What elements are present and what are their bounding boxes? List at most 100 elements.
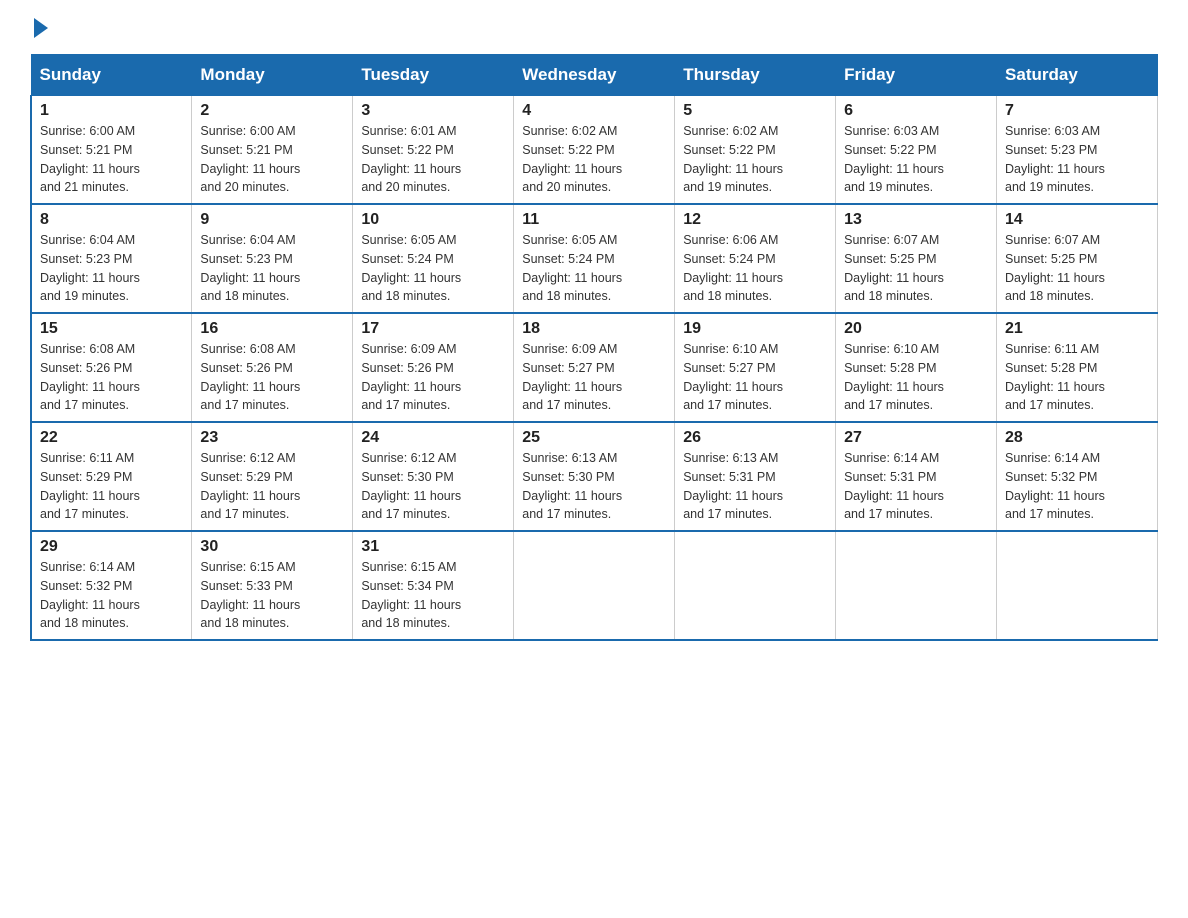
calendar-cell: 18Sunrise: 6:09 AMSunset: 5:27 PMDayligh… <box>514 313 675 422</box>
calendar-cell: 24 Sunrise: 6:12 AMSunset: 5:30 PMDayligh… <box>353 422 514 531</box>
day-number: 5 <box>683 102 827 120</box>
day-number: 4 <box>522 102 666 120</box>
day-number: 11 <box>522 211 666 229</box>
calendar-cell: 15Sunrise: 6:08 AMSunset: 5:26 PMDayligh… <box>31 313 192 422</box>
day-info: Sunrise: 6:12 AMSunset: 5:29 PMDaylight:… <box>200 449 344 524</box>
day-number: 16 <box>200 320 344 338</box>
day-info: Sunrise: 6:01 AMSunset: 5:22 PMDaylight:… <box>361 122 505 197</box>
calendar-table: SundayMondayTuesdayWednesdayThursdayFrid… <box>30 54 1158 641</box>
header-tuesday: Tuesday <box>353 55 514 96</box>
calendar-cell: 3 Sunrise: 6:01 AMSunset: 5:22 PMDaylight… <box>353 96 514 205</box>
day-number: 29 <box>40 538 183 556</box>
day-info: Sunrise: 6:14 AMSunset: 5:32 PMDaylight:… <box>1005 449 1149 524</box>
day-info: Sunrise: 6:11 AMSunset: 5:29 PMDaylight:… <box>40 449 183 524</box>
day-number: 31 <box>361 538 505 556</box>
day-info: Sunrise: 6:00 AMSunset: 5:21 PMDaylight:… <box>40 122 183 197</box>
calendar-cell: 30 Sunrise: 6:15 AMSunset: 5:33 PMDayligh… <box>192 531 353 640</box>
calendar-cell: 28 Sunrise: 6:14 AMSunset: 5:32 PMDayligh… <box>997 422 1158 531</box>
calendar-cell: 7 Sunrise: 6:03 AMSunset: 5:23 PMDaylight… <box>997 96 1158 205</box>
day-info: Sunrise: 6:09 AMSunset: 5:26 PMDaylight:… <box>361 340 505 415</box>
calendar-cell: 23 Sunrise: 6:12 AMSunset: 5:29 PMDayligh… <box>192 422 353 531</box>
header-sunday: Sunday <box>31 55 192 96</box>
calendar-cell: 26 Sunrise: 6:13 AMSunset: 5:31 PMDayligh… <box>675 422 836 531</box>
header-thursday: Thursday <box>675 55 836 96</box>
calendar-cell: 13 Sunrise: 6:07 AMSunset: 5:25 PMDayligh… <box>836 204 997 313</box>
day-number: 9 <box>200 211 344 229</box>
day-number: 12 <box>683 211 827 229</box>
day-info: Sunrise: 6:12 AMSunset: 5:30 PMDaylight:… <box>361 449 505 524</box>
calendar-cell: 22 Sunrise: 6:11 AMSunset: 5:29 PMDayligh… <box>31 422 192 531</box>
day-number: 20 <box>844 320 988 338</box>
day-number: 18 <box>522 320 666 338</box>
calendar-cell <box>514 531 675 640</box>
calendar-cell: 4 Sunrise: 6:02 AMSunset: 5:22 PMDaylight… <box>514 96 675 205</box>
day-number: 19 <box>683 320 827 338</box>
calendar-cell: 9Sunrise: 6:04 AMSunset: 5:23 PMDaylight… <box>192 204 353 313</box>
calendar-cell: 2 Sunrise: 6:00 AMSunset: 5:21 PMDaylight… <box>192 96 353 205</box>
day-number: 22 <box>40 429 183 447</box>
day-number: 17 <box>361 320 505 338</box>
logo <box>30 20 48 34</box>
day-number: 15 <box>40 320 183 338</box>
day-info: Sunrise: 6:06 AMSunset: 5:24 PMDaylight:… <box>683 231 827 306</box>
calendar-week-row: 29 Sunrise: 6:14 AMSunset: 5:32 PMDayligh… <box>31 531 1158 640</box>
day-number: 8 <box>40 211 183 229</box>
day-info: Sunrise: 6:10 AMSunset: 5:28 PMDaylight:… <box>844 340 988 415</box>
calendar-week-row: 15 Sunrise: 6:08 AMSunset: 5:26 PMDayligh… <box>31 313 1158 422</box>
day-number: 26 <box>683 429 827 447</box>
calendar-cell: 20 Sunrise: 6:10 AMSunset: 5:28 PMDayligh… <box>836 313 997 422</box>
day-number: 2 <box>200 102 344 120</box>
calendar-header-row: SundayMondayTuesdayWednesdayThursdayFrid… <box>31 55 1158 96</box>
logo-arrow-icon <box>34 18 48 38</box>
day-info: Sunrise: 6:02 AMSunset: 5:22 PMDaylight:… <box>522 122 666 197</box>
day-number: 25 <box>522 429 666 447</box>
day-number: 10 <box>361 211 505 229</box>
calendar-cell: 17 Sunrise: 6:09 AMSunset: 5:26 PMDayligh… <box>353 313 514 422</box>
day-info: Sunrise: 6:13 AMSunset: 5:31 PMDaylight:… <box>683 449 827 524</box>
day-info: Sunrise: 6:05 AMSunset: 5:24 PMDaylight:… <box>361 231 505 306</box>
day-number: 3 <box>361 102 505 120</box>
day-info: Sunrise: 6:10 AMSunset: 5:27 PMDaylight:… <box>683 340 827 415</box>
day-number: 28 <box>1005 429 1149 447</box>
day-info: Sunrise: 6:00 AMSunset: 5:21 PMDaylight:… <box>200 122 344 197</box>
day-info: Sunrise: 6:14 AMSunset: 5:32 PMDaylight:… <box>40 558 183 633</box>
day-number: 13 <box>844 211 988 229</box>
calendar-cell <box>997 531 1158 640</box>
header-friday: Friday <box>836 55 997 96</box>
calendar-cell: 29 Sunrise: 6:14 AMSunset: 5:32 PMDayligh… <box>31 531 192 640</box>
day-info: Sunrise: 6:03 AMSunset: 5:22 PMDaylight:… <box>844 122 988 197</box>
calendar-cell: 21Sunrise: 6:11 AMSunset: 5:28 PMDayligh… <box>997 313 1158 422</box>
day-number: 23 <box>200 429 344 447</box>
day-info: Sunrise: 6:15 AMSunset: 5:34 PMDaylight:… <box>361 558 505 633</box>
calendar-cell: 11 Sunrise: 6:05 AMSunset: 5:24 PMDayligh… <box>514 204 675 313</box>
calendar-week-row: 22 Sunrise: 6:11 AMSunset: 5:29 PMDayligh… <box>31 422 1158 531</box>
calendar-week-row: 8 Sunrise: 6:04 AMSunset: 5:23 PMDaylight… <box>31 204 1158 313</box>
calendar-cell: 6 Sunrise: 6:03 AMSunset: 5:22 PMDaylight… <box>836 96 997 205</box>
day-info: Sunrise: 6:15 AMSunset: 5:33 PMDaylight:… <box>200 558 344 633</box>
day-info: Sunrise: 6:08 AMSunset: 5:26 PMDaylight:… <box>200 340 344 415</box>
day-info: Sunrise: 6:14 AMSunset: 5:31 PMDaylight:… <box>844 449 988 524</box>
calendar-cell: 1 Sunrise: 6:00 AMSunset: 5:21 PMDaylight… <box>31 96 192 205</box>
calendar-cell: 31 Sunrise: 6:15 AMSunset: 5:34 PMDayligh… <box>353 531 514 640</box>
day-info: Sunrise: 6:07 AMSunset: 5:25 PMDaylight:… <box>844 231 988 306</box>
day-info: Sunrise: 6:03 AMSunset: 5:23 PMDaylight:… <box>1005 122 1149 197</box>
day-info: Sunrise: 6:04 AMSunset: 5:23 PMDaylight:… <box>40 231 183 306</box>
day-number: 24 <box>361 429 505 447</box>
day-number: 1 <box>40 102 183 120</box>
calendar-cell: 19 Sunrise: 6:10 AMSunset: 5:27 PMDayligh… <box>675 313 836 422</box>
calendar-cell: 8 Sunrise: 6:04 AMSunset: 5:23 PMDaylight… <box>31 204 192 313</box>
calendar-cell: 16 Sunrise: 6:08 AMSunset: 5:26 PMDayligh… <box>192 313 353 422</box>
day-number: 30 <box>200 538 344 556</box>
header-saturday: Saturday <box>997 55 1158 96</box>
day-number: 7 <box>1005 102 1149 120</box>
day-number: 21 <box>1005 320 1149 338</box>
day-info: Sunrise: 6:05 AMSunset: 5:24 PMDaylight:… <box>522 231 666 306</box>
header-monday: Monday <box>192 55 353 96</box>
calendar-cell: 5 Sunrise: 6:02 AMSunset: 5:22 PMDaylight… <box>675 96 836 205</box>
day-number: 14 <box>1005 211 1149 229</box>
day-number: 6 <box>844 102 988 120</box>
day-info: Sunrise: 6:07 AMSunset: 5:25 PMDaylight:… <box>1005 231 1149 306</box>
day-info: Sunrise: 6:02 AMSunset: 5:22 PMDaylight:… <box>683 122 827 197</box>
calendar-cell: 10 Sunrise: 6:05 AMSunset: 5:24 PMDayligh… <box>353 204 514 313</box>
calendar-cell <box>675 531 836 640</box>
